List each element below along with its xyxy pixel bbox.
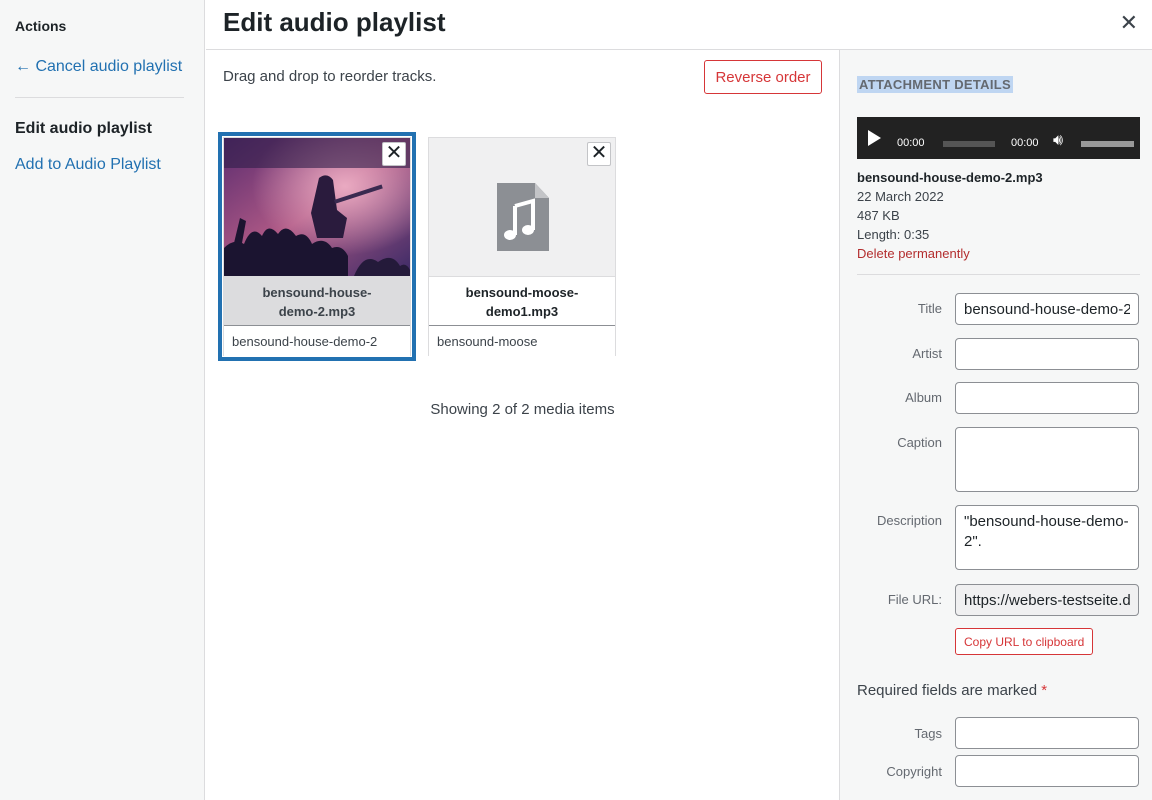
play-icon[interactable] xyxy=(868,130,881,146)
meta-separator xyxy=(857,274,1140,275)
remove-attachment-button[interactable]: ✕ xyxy=(587,142,611,166)
attachment-item[interactable]: ✕ bensound-moose-demo1.mp3 xyxy=(428,137,616,356)
file-url-label: File URL: xyxy=(887,592,942,607)
file-date: 22 March 2022 xyxy=(857,189,944,204)
title-label: Title xyxy=(917,301,942,316)
album-label: Album xyxy=(905,390,942,405)
copyright-field[interactable] xyxy=(955,755,1139,787)
caption-field[interactable] xyxy=(955,427,1139,492)
artist-field[interactable] xyxy=(955,338,1139,370)
media-menu: Actions ← Cancel audio playlist Edit aud… xyxy=(0,0,205,800)
close-icon[interactable]: ✕ xyxy=(1120,10,1138,36)
attachment-caption-input[interactable] xyxy=(224,325,410,356)
delete-permanently-link[interactable]: Delete permanently xyxy=(857,244,1043,263)
menu-item-add-to-audio-playlist[interactable]: Add to Audio Playlist xyxy=(15,156,161,174)
remove-attachment-button[interactable]: ✕ xyxy=(382,142,406,166)
tags-field[interactable] xyxy=(955,717,1139,749)
file-length: Length: 0:35 xyxy=(857,227,930,242)
artist-label: Artist xyxy=(912,346,942,361)
modal-header: Edit audio playlist ✕ xyxy=(206,0,1152,50)
description-label: Description xyxy=(876,513,942,528)
current-time: 00:00 xyxy=(897,137,925,149)
file-url-field[interactable] xyxy=(955,584,1139,616)
required-text: Required fields are marked xyxy=(857,682,1042,699)
required-star: * xyxy=(1041,682,1048,699)
attachment-caption-input[interactable] xyxy=(429,325,615,356)
reverse-order-button[interactable]: Reverse order xyxy=(704,60,822,94)
cancel-audio-playlist-link[interactable]: ← Cancel audio playlist xyxy=(15,58,182,76)
caption-label: Caption xyxy=(897,435,942,450)
duration-time: 00:00 xyxy=(1011,137,1039,149)
media-items-count: Showing 2 of 2 media items xyxy=(430,401,615,418)
attachment-filename: bensound-house-demo-2.mp3 xyxy=(224,276,410,325)
volume-icon[interactable]: 🔊︎ xyxy=(1053,132,1063,150)
file-name: bensound-house-demo-2.mp3 xyxy=(857,170,1043,185)
progress-rail[interactable] xyxy=(943,141,995,147)
file-size: 487 KB xyxy=(857,208,900,223)
album-field[interactable] xyxy=(955,382,1139,414)
menu-separator xyxy=(15,97,184,98)
attachment-item[interactable]: ✕ bensound-house-demo-2.mp3 xyxy=(223,137,411,356)
page-title: Edit audio playlist xyxy=(223,7,446,37)
description-field[interactable]: "bensound-house-demo-2". xyxy=(955,505,1139,570)
volume-slider[interactable] xyxy=(1081,141,1134,147)
tags-label: Tags xyxy=(914,726,942,741)
reorder-instructions: Drag and drop to reorder tracks. xyxy=(223,68,437,85)
title-field[interactable] xyxy=(955,293,1139,325)
attachment-filename: bensound-moose-demo1.mp3 xyxy=(429,276,615,325)
playlist-content: Drag and drop to reorder tracks. Reverse… xyxy=(206,50,839,800)
actions-heading: Actions xyxy=(15,18,67,34)
attachment-details-sidebar: ATTACHMENT DETAILS 00:00 00:00 🔊︎ bensou… xyxy=(839,50,1152,800)
copy-url-button[interactable]: Copy URL to clipboard xyxy=(955,628,1094,655)
menu-item-edit-audio-playlist[interactable]: Edit audio playlist xyxy=(15,120,152,138)
copyright-label: Copyright xyxy=(886,764,942,779)
required-fields-note: Required fields are marked * xyxy=(857,682,1047,699)
file-meta: bensound-house-demo-2.mp3 22 March 2022 … xyxy=(857,168,1043,263)
audio-player: 00:00 00:00 🔊︎ xyxy=(857,117,1140,159)
attachment-details-heading: ATTACHMENT DETAILS xyxy=(857,76,1013,93)
